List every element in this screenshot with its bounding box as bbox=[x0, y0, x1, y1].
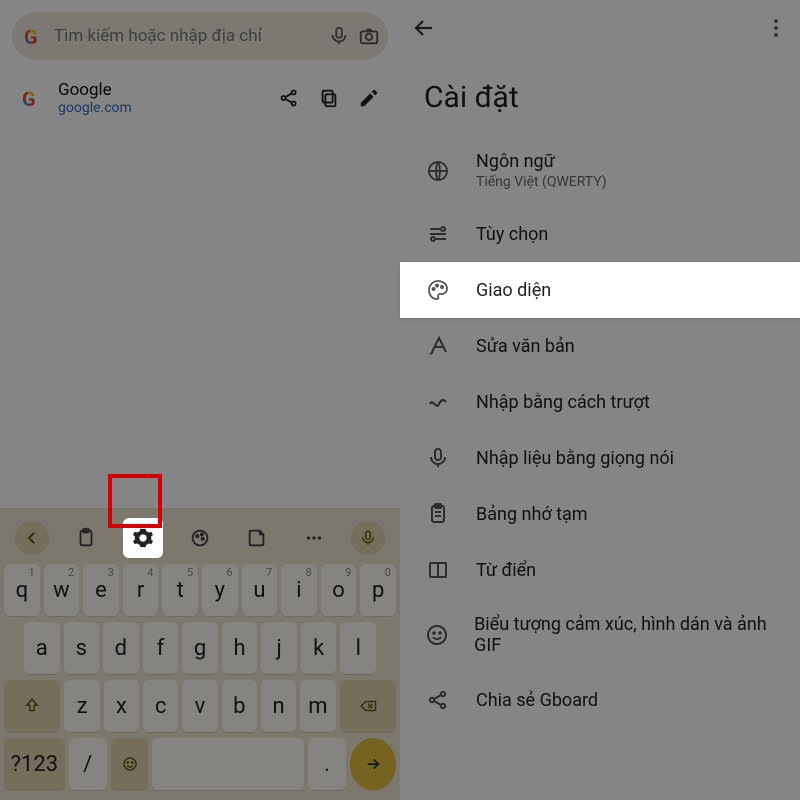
settings-item-icon bbox=[424, 623, 450, 647]
space-key[interactable] bbox=[152, 738, 304, 790]
settings-item-label: Bảng nhớ tạm bbox=[476, 504, 588, 525]
suggestion-title: Google bbox=[58, 80, 132, 100]
key-l[interactable]: l bbox=[340, 622, 376, 674]
settings-item-label: Nhập liệu bằng giọng nói bbox=[476, 448, 674, 469]
settings-item-label: Sửa văn bản bbox=[476, 336, 575, 357]
key-o[interactable]: o9 bbox=[321, 564, 357, 616]
settings-item-icon bbox=[424, 334, 452, 358]
settings-item-icon bbox=[424, 278, 452, 302]
key-g[interactable]: g bbox=[182, 622, 218, 674]
key-p[interactable]: p0 bbox=[360, 564, 396, 616]
key-r[interactable]: r4 bbox=[123, 564, 159, 616]
enter-key[interactable] bbox=[350, 738, 396, 790]
key-i[interactable]: i8 bbox=[281, 564, 317, 616]
settings-item-6[interactable]: Bảng nhớ tạm bbox=[400, 486, 800, 542]
clipboard-icon[interactable] bbox=[66, 518, 106, 558]
page-title: Cài đặt bbox=[400, 56, 800, 135]
settings-list: Ngôn ngữ Tiếng Việt (QWERTY) Tùy chọn Giao … bbox=[400, 135, 800, 728]
left-screenshot: G Tìm kiếm hoặc nhập địa chỉ G Google go… bbox=[0, 0, 400, 800]
suggestion-url: google.com bbox=[58, 100, 132, 116]
key-d[interactable]: d bbox=[103, 622, 139, 674]
settings-item-9[interactable]: Chia sẻ Gboard bbox=[400, 672, 800, 728]
key-z[interactable]: z bbox=[64, 680, 99, 732]
settings-item-icon bbox=[424, 502, 452, 526]
keyboard: q1w2e3r4t5y6u7i8o9p0 asdfghjkl zxcvbnm ?123… bbox=[0, 508, 400, 800]
suggestion-row[interactable]: G Google google.com bbox=[12, 74, 388, 130]
key-h[interactable]: h bbox=[222, 622, 258, 674]
keyboard-collapse-icon[interactable] bbox=[15, 521, 49, 555]
settings-item-4[interactable]: Nhập bằng cách trượt bbox=[400, 374, 800, 430]
key-.[interactable]: . bbox=[308, 738, 346, 790]
overflow-icon[interactable] bbox=[764, 16, 788, 40]
shift-key[interactable] bbox=[4, 680, 60, 732]
voice-input-icon[interactable] bbox=[351, 521, 385, 555]
settings-item-icon bbox=[424, 390, 452, 414]
settings-item-5[interactable]: Nhập liệu bằng giọng nói bbox=[400, 430, 800, 486]
gear-icon[interactable] bbox=[123, 518, 163, 558]
mic-icon[interactable] bbox=[328, 25, 350, 47]
keyboard-toolbar bbox=[0, 514, 400, 564]
settings-item-8[interactable]: Biểu tượng cảm xúc, hình dán và ảnh GIF bbox=[400, 598, 800, 672]
settings-item-label: Biểu tượng cảm xúc, hình dán và ảnh GIF bbox=[474, 614, 776, 656]
settings-item-sub: Tiếng Việt (QWERTY) bbox=[476, 174, 607, 190]
settings-item-label: Từ điển bbox=[476, 560, 536, 581]
settings-item-label: Nhập bằng cách trượt bbox=[476, 392, 650, 413]
key-/[interactable]: / bbox=[69, 738, 107, 790]
key-n[interactable]: n bbox=[261, 680, 296, 732]
key-x[interactable]: x bbox=[104, 680, 139, 732]
key-b[interactable]: b bbox=[222, 680, 257, 732]
share-icon[interactable] bbox=[278, 87, 300, 109]
key-?123[interactable]: ?123 bbox=[4, 738, 65, 790]
right-screenshot: Cài đặt Ngôn ngữ Tiếng Việt (QWERTY) Tùy c… bbox=[400, 0, 800, 800]
back-icon[interactable] bbox=[412, 16, 436, 40]
sticker-icon[interactable] bbox=[237, 518, 277, 558]
settings-appbar bbox=[400, 0, 800, 56]
key-y[interactable]: y6 bbox=[202, 564, 238, 616]
key-c[interactable]: c bbox=[143, 680, 178, 732]
omnibox[interactable]: G Tìm kiếm hoặc nhập địa chỉ bbox=[12, 12, 388, 60]
settings-item-icon bbox=[424, 688, 452, 712]
settings-item-icon bbox=[424, 159, 452, 183]
settings-item-icon bbox=[424, 446, 452, 470]
key-a[interactable]: a bbox=[24, 622, 60, 674]
key-q[interactable]: q1 bbox=[4, 564, 40, 616]
camera-icon[interactable] bbox=[358, 25, 380, 47]
copy-icon[interactable] bbox=[318, 87, 340, 109]
settings-item-1[interactable]: Tùy chọn bbox=[400, 206, 800, 262]
settings-item-7[interactable]: Từ điển bbox=[400, 542, 800, 598]
settings-item-2[interactable]: Giao diện bbox=[400, 262, 800, 318]
key-u[interactable]: u7 bbox=[242, 564, 278, 616]
key-w[interactable]: w2 bbox=[44, 564, 80, 616]
google-g-icon: G bbox=[24, 25, 46, 47]
theme-icon[interactable] bbox=[180, 518, 220, 558]
more-icon[interactable] bbox=[294, 518, 334, 558]
key-k[interactable]: k bbox=[301, 622, 337, 674]
settings-item-icon bbox=[424, 222, 452, 246]
settings-item-0[interactable]: Ngôn ngữ Tiếng Việt (QWERTY) bbox=[400, 135, 800, 206]
emoji-key[interactable] bbox=[111, 738, 149, 790]
key-e[interactable]: e3 bbox=[83, 564, 119, 616]
key-j[interactable]: j bbox=[261, 622, 297, 674]
key-m[interactable]: m bbox=[300, 680, 335, 732]
key-f[interactable]: f bbox=[143, 622, 179, 674]
backspace-key[interactable] bbox=[340, 680, 396, 732]
settings-item-icon bbox=[424, 558, 452, 582]
settings-item-label: Giao diện bbox=[476, 280, 551, 301]
settings-item-label: Ngôn ngữ bbox=[476, 151, 607, 172]
settings-item-label: Tùy chọn bbox=[476, 224, 548, 245]
search-input[interactable]: Tìm kiếm hoặc nhập địa chỉ bbox=[54, 26, 320, 46]
key-t[interactable]: t5 bbox=[162, 564, 198, 616]
edit-icon[interactable] bbox=[358, 87, 380, 109]
settings-item-3[interactable]: Sửa văn bản bbox=[400, 318, 800, 374]
settings-item-label: Chia sẻ Gboard bbox=[476, 690, 598, 711]
google-g-icon: G bbox=[22, 87, 44, 109]
key-v[interactable]: v bbox=[182, 680, 217, 732]
key-s[interactable]: s bbox=[64, 622, 100, 674]
